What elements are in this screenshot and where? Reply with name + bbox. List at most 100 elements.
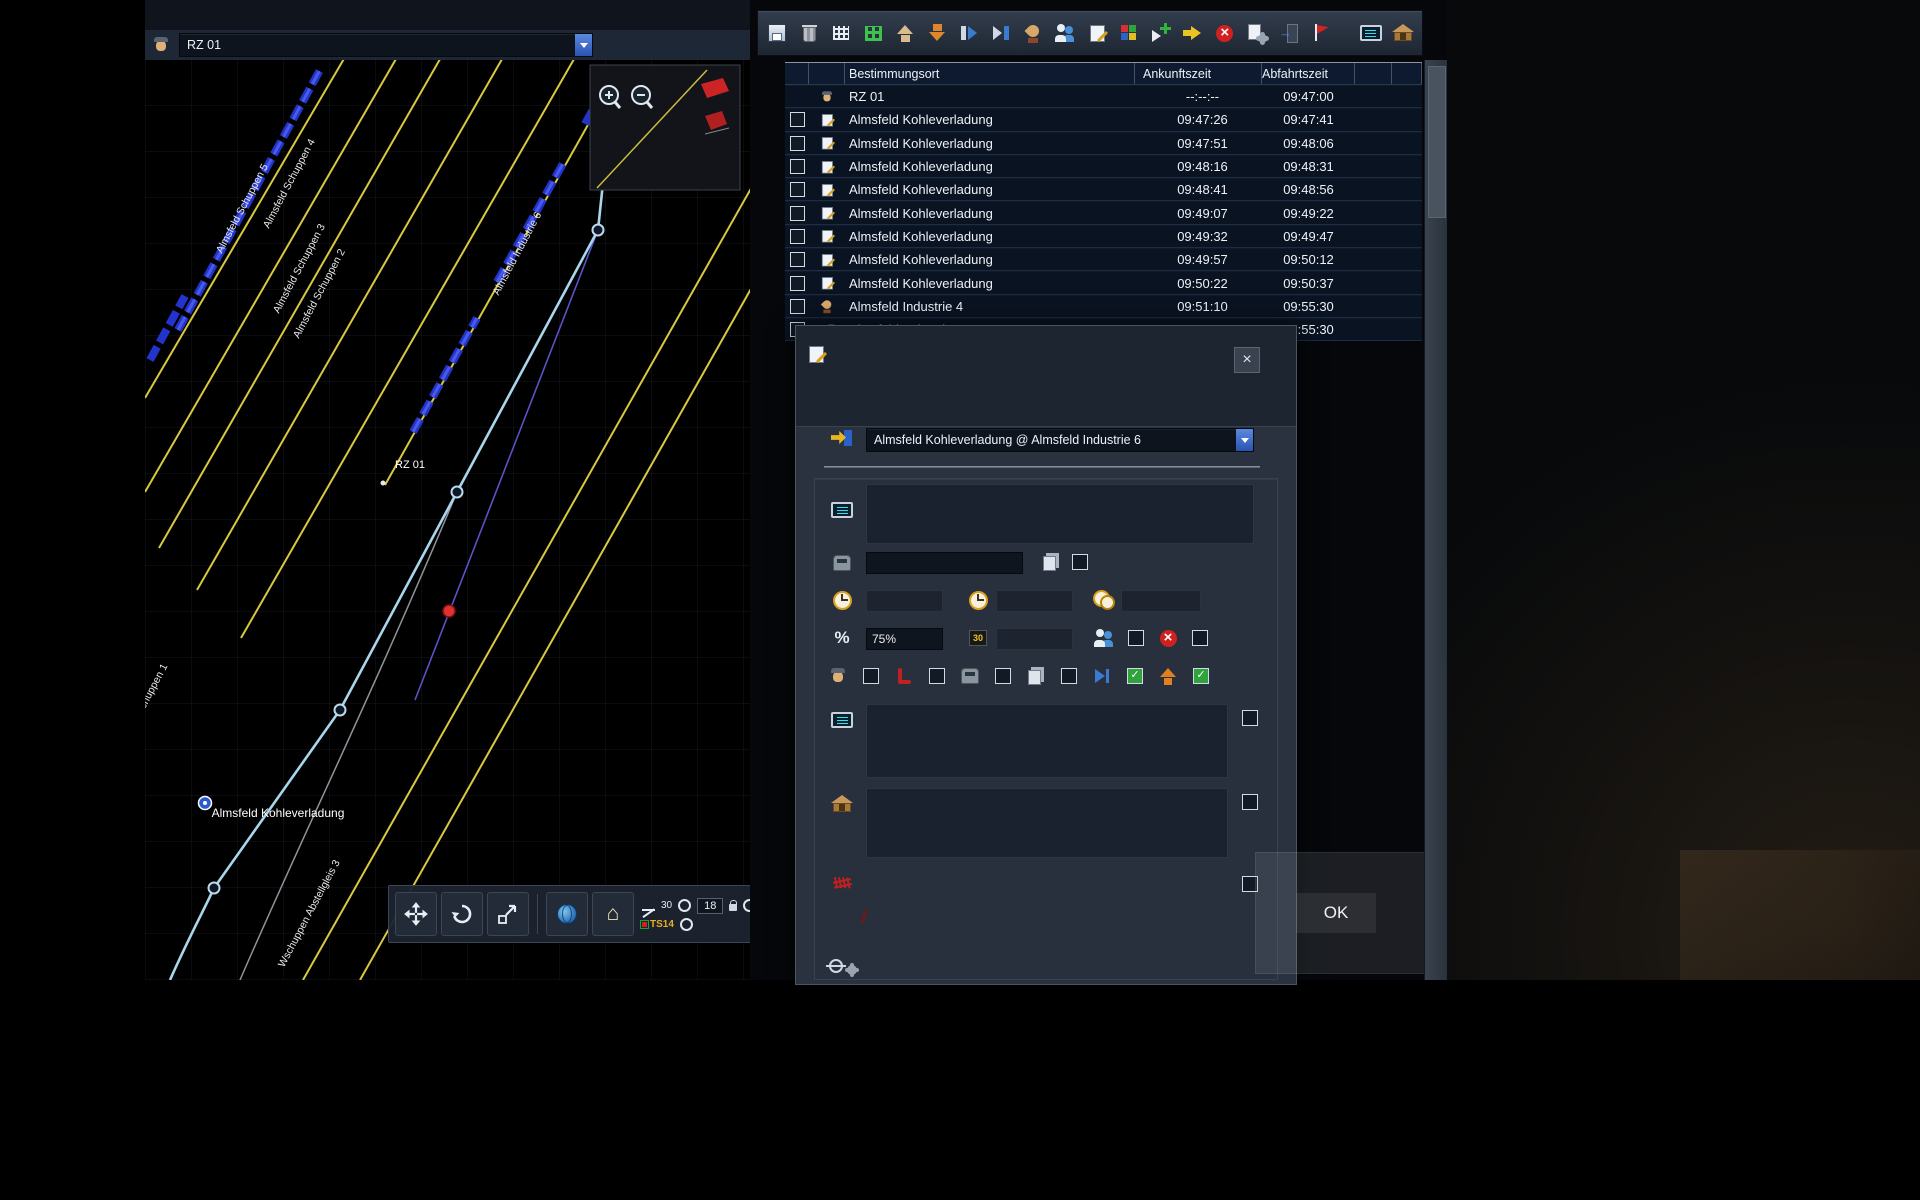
depot-button[interactable] [1389, 14, 1416, 52]
map-label: schuppen 1 [145, 662, 170, 716]
row-checkbox[interactable] [790, 299, 805, 314]
home-view-button[interactable] [592, 892, 634, 936]
jump-to-button[interactable] [487, 892, 529, 936]
rotate-button[interactable] [441, 892, 483, 936]
timetable-row[interactable]: Almsfeld Kohleverladung09:49:3209:49:47 [785, 225, 1422, 248]
passengers-checkbox[interactable] [1128, 630, 1144, 646]
speed-field[interactable] [866, 628, 943, 650]
grid-dense-button[interactable] [828, 14, 855, 52]
arrival-cell: 09:50:22 [1135, 276, 1262, 291]
list-icon [1039, 550, 1063, 574]
row-checkbox[interactable] [790, 182, 805, 197]
track-map[interactable]: Almsfeld Schuppen 5 Almsfeld Schuppen 4 … [145, 60, 765, 980]
row-checkbox[interactable] [790, 276, 805, 291]
train-icon [830, 551, 854, 575]
map-top-strip [145, 0, 765, 30]
row-checkbox[interactable] [790, 229, 805, 244]
display-text-icon [830, 498, 854, 522]
minimap[interactable] [590, 65, 740, 190]
timetable-header: Bestimmungsort Ankunftszeit Abfahrtszeit [785, 63, 1422, 85]
route-new-button[interactable] [1147, 14, 1174, 52]
timetable-edit-icon [818, 205, 835, 222]
departure-cell: 09:48:06 [1262, 136, 1355, 151]
cancel-button[interactable] [1211, 14, 1238, 52]
timetable-row[interactable]: Almsfeld Kohleverladung09:48:1609:48:31 [785, 155, 1422, 178]
next-checkbox[interactable] [1127, 668, 1143, 684]
train-checkbox[interactable] [1072, 554, 1088, 570]
train-field[interactable] [866, 552, 1023, 574]
waypoint-markers[interactable] [209, 225, 604, 894]
timetable-edit-button[interactable] [1084, 14, 1111, 52]
row-checkbox[interactable] [790, 159, 805, 174]
timetable-row[interactable]: Almsfeld Kohleverladung09:49:0709:49:22 [785, 201, 1422, 224]
description-field[interactable] [866, 484, 1254, 544]
timetable-row[interactable]: Almsfeld Kohleverladung09:47:5109:48:06 [785, 132, 1422, 155]
move-up-button[interactable] [892, 14, 919, 52]
arrival-cell: 09:49:32 [1135, 229, 1262, 244]
save-button[interactable] [764, 14, 791, 52]
timetable-row[interactable]: Almsfeld Industrie 409:51:1009:55:30 [785, 295, 1422, 318]
timetable-row[interactable]: RZ 01--:--:--09:47:00 [785, 85, 1422, 108]
depot-field[interactable] [866, 788, 1228, 858]
chevron-down-icon[interactable] [575, 34, 592, 56]
jump-to-icon [496, 902, 520, 926]
pan-button[interactable] [395, 892, 437, 936]
train-label: RZ 01 [395, 459, 425, 471]
world-viewport[interactable] [1447, 0, 1920, 980]
insert-after-button[interactable] [956, 14, 983, 52]
row-checkbox[interactable] [790, 136, 805, 151]
timetable-panel: Bestimmungsort Ankunftszeit Abfahrtszeit… [785, 62, 1422, 341]
lcd-display-icon [1359, 21, 1383, 45]
route-preview-line [415, 230, 598, 700]
grid-wide-button[interactable] [860, 14, 887, 52]
chevron-down-icon[interactable] [1236, 429, 1253, 451]
delete-button[interactable] [796, 14, 823, 52]
destination-dropdown[interactable]: Almsfeld Kohleverladung @ Almsfeld Indus… [866, 428, 1254, 452]
announcement-checkbox[interactable] [1242, 710, 1258, 726]
window-grid-button[interactable] [1115, 14, 1142, 52]
train-block-highlight [178, 70, 565, 432]
cancel-checkbox[interactable] [1192, 630, 1208, 646]
row-checkbox[interactable] [790, 252, 805, 267]
column-arrival[interactable]: Ankunftszeit [1135, 63, 1262, 84]
station-pin-icon[interactable] [199, 797, 212, 810]
train-selector-dropdown[interactable]: RZ 01 [179, 33, 593, 57]
close-button[interactable]: × [1234, 347, 1260, 373]
hand-icon [818, 298, 835, 315]
globe-view-button[interactable] [546, 892, 588, 936]
grid-wide-icon [861, 21, 885, 45]
driver-checkbox[interactable] [863, 668, 879, 684]
route-append-button[interactable] [1179, 14, 1206, 52]
timetable-row[interactable]: Almsfeld Kohleverladung09:47:2609:47:41 [785, 108, 1422, 131]
stop-point-marker[interactable] [443, 605, 455, 617]
insert-before-button[interactable] [988, 14, 1015, 52]
gear-doc-button[interactable] [1243, 14, 1270, 52]
arrow-up-checkbox[interactable] [1193, 668, 1209, 684]
hand-button[interactable] [1020, 14, 1047, 52]
timetable-row[interactable]: Almsfeld Kohleverladung09:50:2209:50:37 [785, 271, 1422, 294]
flag-button[interactable] [1307, 14, 1334, 52]
ok-button[interactable]: OK [1296, 893, 1376, 933]
row-checkbox[interactable] [790, 206, 805, 221]
timetable-row[interactable]: Almsfeld Kohleverladung09:49:5709:50:12 [785, 248, 1422, 271]
column-departure[interactable]: Abfahrtszeit [1262, 63, 1355, 84]
passengers-button[interactable] [1052, 14, 1079, 52]
lcd-display-button[interactable] [1357, 14, 1384, 52]
vertical-scrollbar[interactable] [1424, 60, 1447, 980]
destination-cell: Almsfeld Kohleverladung [845, 276, 1135, 291]
move-down-button[interactable] [924, 14, 951, 52]
indicator-ring-icon[interactable] [678, 899, 691, 912]
map-label: Wschuppen Abstellgleis 3 [276, 858, 343, 969]
timetable-row[interactable]: Almsfeld Kohleverladung09:48:4109:48:56 [785, 178, 1422, 201]
row-checkbox[interactable] [790, 112, 805, 127]
scrollbar-thumb[interactable] [1428, 66, 1446, 218]
track-end-marker [381, 481, 386, 486]
seat-checkbox[interactable] [929, 668, 945, 684]
door-exit-button[interactable] [1275, 14, 1302, 52]
papers-checkbox[interactable] [1061, 668, 1077, 684]
announcement-field[interactable] [866, 704, 1228, 778]
indicator-ring-icon[interactable] [680, 918, 693, 931]
column-destination[interactable]: Bestimmungsort [845, 63, 1135, 84]
train-checkbox[interactable] [995, 668, 1011, 684]
depot-checkbox[interactable] [1242, 794, 1258, 810]
